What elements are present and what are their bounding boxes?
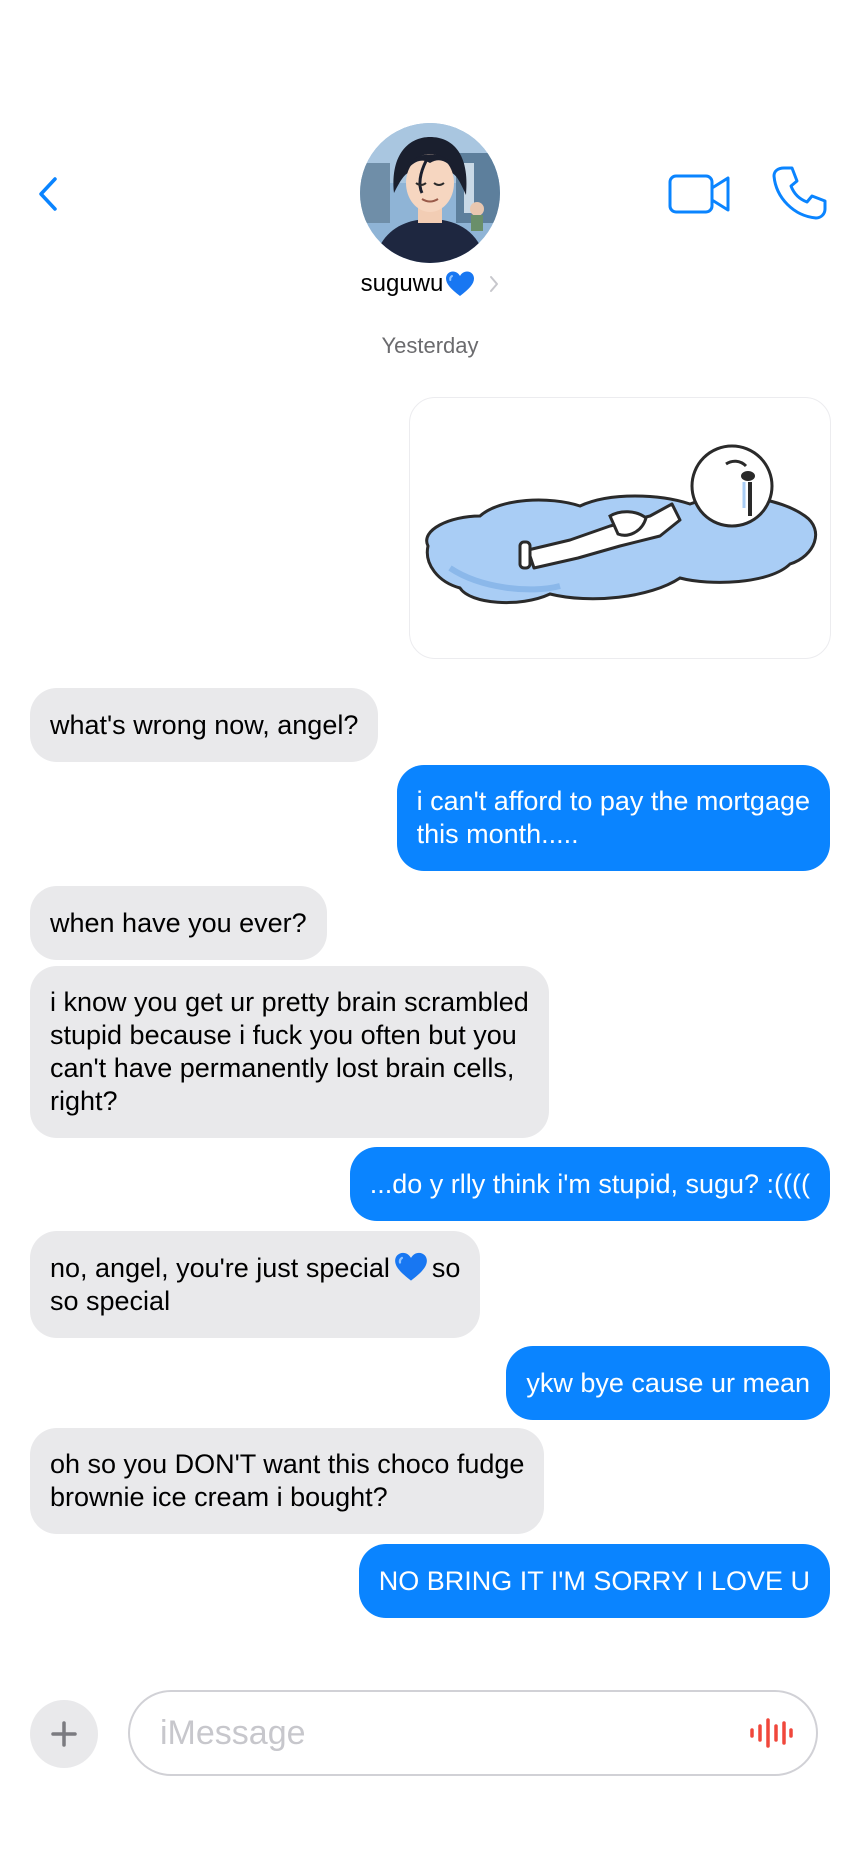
- contact-avatar[interactable]: [360, 123, 500, 263]
- message-bubble-incoming[interactable]: oh so you DON'T want this choco fudge br…: [30, 1428, 545, 1534]
- phone-icon: [772, 166, 827, 220]
- video-camera-icon: [668, 174, 730, 214]
- message-text: what's wrong now, angel?: [50, 709, 359, 740]
- message-text: no, angel, you're just special: [50, 1253, 390, 1283]
- facetime-video-button[interactable]: [668, 172, 732, 216]
- plus-icon: [51, 1721, 77, 1747]
- message-bubble-outgoing[interactable]: ...do y rlly think i'm stupid, sugu? :((…: [349, 1147, 830, 1221]
- message-text: ...do y rlly think i'm stupid, sugu? :((…: [369, 1168, 810, 1199]
- message-text: NO BRING IT I'M SORRY I LOVE U: [378, 1565, 810, 1596]
- back-button[interactable]: [28, 170, 68, 218]
- audio-message-button[interactable]: [748, 1715, 794, 1751]
- imessage-input[interactable]: [158, 1692, 722, 1775]
- message-text: so special: [50, 1286, 171, 1316]
- message-bubble-outgoing[interactable]: ykw bye cause ur mean: [506, 1346, 830, 1420]
- blue-heart-icon: [446, 271, 475, 296]
- audio-waveform-icon: [750, 1718, 793, 1748]
- blue-heart-icon: [395, 1252, 427, 1281]
- message-bubble-outgoing[interactable]: i can't afford to pay the mortgage this …: [396, 765, 830, 871]
- chevron-right-icon: [490, 276, 499, 292]
- sticker-message[interactable]: [409, 397, 831, 659]
- timestamp-label: Yesterday: [381, 333, 479, 358]
- contact-name: suguwu: [360, 270, 444, 297]
- message-bubble-incoming[interactable]: no, angel, you're just special so so spec…: [30, 1231, 481, 1338]
- avatar-image: [360, 123, 500, 263]
- message-text: when have you ever?: [50, 907, 307, 938]
- conversation-header: suguwu: [0, 0, 860, 330]
- audio-call-button[interactable]: [770, 164, 828, 222]
- message-text: i can't afford to pay the mortgage this …: [416, 786, 810, 849]
- message-bubble-incoming[interactable]: when have you ever?: [30, 886, 327, 960]
- message-text: oh so you DON'T want this choco fudge br…: [50, 1449, 525, 1512]
- message-bubble-incoming[interactable]: i know you get ur pretty brain scrambled…: [30, 966, 549, 1138]
- contact-name-row[interactable]: suguwu: [0, 266, 860, 302]
- message-bubble-outgoing[interactable]: NO BRING IT I'M SORRY I LOVE U: [358, 1544, 830, 1618]
- message-bubble-incoming[interactable]: what's wrong now, angel?: [30, 688, 379, 762]
- crying-figure-sticker: [425, 444, 818, 604]
- message-text: i know you get ur pretty brain scrambled…: [50, 987, 529, 1116]
- chevron-left-icon: [39, 177, 57, 211]
- message-text: ykw bye cause ur mean: [526, 1367, 810, 1398]
- message-composer[interactable]: [128, 1690, 818, 1776]
- message-text: so: [431, 1253, 461, 1283]
- message-text-block: no, angel, you're just special so so spec…: [50, 1251, 460, 1318]
- apps-plus-button[interactable]: [30, 1700, 98, 1768]
